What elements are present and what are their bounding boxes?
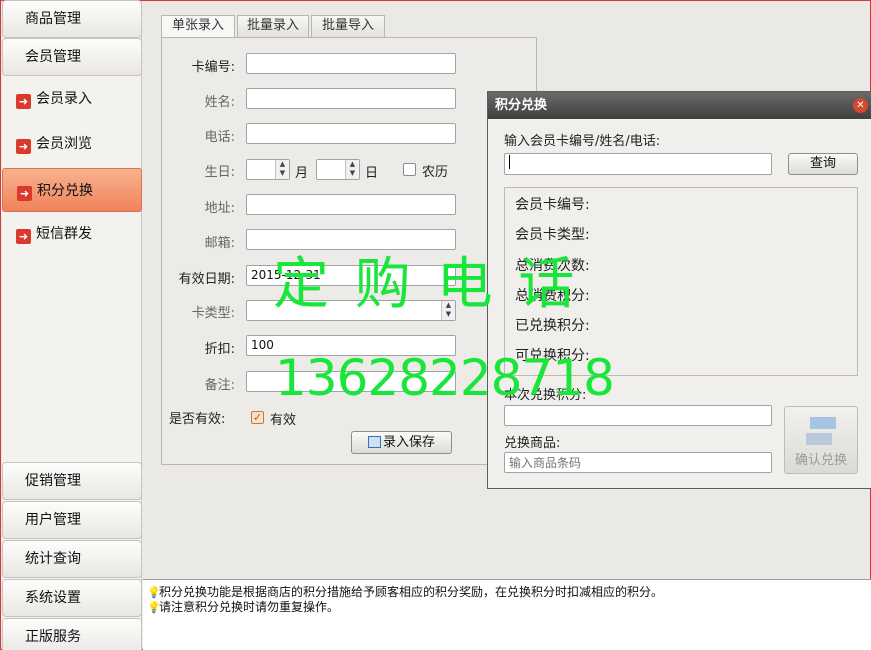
sidebar-group-members[interactable]: 会员管理 [2,38,142,76]
save-icon [367,436,381,448]
sidebar-group-goods[interactable]: 商品管理 [2,0,142,38]
arrow-right-icon: ➜ [16,229,31,244]
month-label: 月 [295,166,309,181]
watermark-title: 定 购 电 话 [273,252,579,317]
email-label: 邮箱: [204,236,235,251]
arrow-right-icon: ➜ [17,186,32,201]
birth-month-stepper[interactable]: ▲ ▼ [246,159,290,180]
text-cursor [509,155,510,169]
redeem-points-input[interactable] [504,405,772,426]
sidebar-item-sms[interactable]: ➜ 短信群发 [2,212,142,256]
status-panel: 💡 积分兑换功能是根据商店的积分措施给予顾客相应的积分奖励，在兑换积分时扣减相应的… [143,579,871,650]
birthday-label: 生日: [204,165,235,180]
exchange-arrows-icon [804,415,838,447]
sidebar-item-label: 短信群发 [36,226,92,242]
discount-value: 100 [251,338,274,352]
tab-batch-import[interactable]: 批量导入 [311,15,385,37]
save-button-label: 录入保存 [382,435,435,450]
confirm-redeem-button[interactable]: 确认兑换 [784,406,858,474]
day-label: 日 [365,166,379,181]
valid-label: 是否有效: [169,412,226,427]
valid-checkbox-label: 有效 [270,413,297,428]
save-button[interactable]: 录入保存 [351,431,452,454]
dialog-title: 积分兑换 [488,92,871,119]
phone-input[interactable] [246,123,456,144]
card-no-label: 卡编号: [191,60,235,75]
sidebar-item-label: 会员浏览 [36,136,92,152]
stepper-arrows-icon[interactable]: ▲ ▼ [345,160,359,179]
sidebar-item-label: 积分兑换 [37,183,93,199]
arrow-right-icon: ➜ [16,139,31,154]
stepper-arrows-icon[interactable]: ▲ ▼ [275,160,289,179]
sidebar: 商品管理 会员管理 ➜ 会员录入 ➜ 会员浏览 ➜ 积分兑换 ➜ 短信群发 促销管理 用… [2,0,142,650]
address-input[interactable] [246,194,456,215]
status-tip-text: 请注意积分兑换时请勿重复操作。 [159,600,340,614]
name-label: 姓名: [204,95,235,110]
sidebar-group-users[interactable]: 用户管理 [2,501,142,539]
note-label: 备注: [204,378,235,393]
product-label: 兑换商品: [504,436,561,451]
watermark-phone: 13628228718 [275,349,615,407]
address-label: 地址: [204,201,235,216]
status-tip-text: 积分兑换功能是根据商店的积分措施给予顾客相应的积分奖励，在兑换积分时扣减相应的积… [159,585,664,599]
discount-label: 折扣: [204,342,235,357]
status-tip: 💡请注意积分兑换时请勿重复操作。 [147,598,339,615]
sidebar-group-license[interactable]: 正版服务 [2,618,142,650]
sidebar-group-settings[interactable]: 系统设置 [2,579,142,617]
name-input[interactable] [246,88,456,109]
app-window: 商品管理 会员管理 ➜ 会员录入 ➜ 会员浏览 ➜ 积分兑换 ➜ 短信群发 促销管理 用… [0,0,871,650]
confirm-redeem-label: 确认兑换 [794,453,847,468]
sidebar-item-member-entry[interactable]: ➜ 会员录入 [2,77,142,121]
expiry-label: 有效日期: [178,272,235,287]
birth-day-stepper[interactable]: ▲ ▼ [316,159,360,180]
arrow-right-icon: ➜ [16,94,31,109]
lunar-checkbox[interactable] [403,163,416,176]
search-prompt: 输入会员卡编号/姓名/电话: [504,134,661,149]
product-barcode-input[interactable] [504,452,772,473]
sidebar-group-promotion[interactable]: 促销管理 [2,462,142,500]
sidebar-item-points-redeem[interactable]: ➜ 积分兑换 [2,168,142,212]
info-card-no: 会员卡编号: [515,197,590,213]
valid-checkbox[interactable]: ✓ [251,411,264,424]
lightbulb-icon: 💡 [147,601,161,614]
sidebar-group-stats[interactable]: 统计查询 [2,540,142,578]
lunar-label: 农历 [422,165,449,180]
close-icon[interactable]: ✕ [853,98,868,113]
tab-batch-entry[interactable]: 批量录入 [237,15,309,37]
sidebar-item-member-browse[interactable]: ➜ 会员浏览 [2,122,142,166]
query-button[interactable]: 查询 [788,153,858,175]
sidebar-item-label: 会员录入 [36,91,92,107]
tab-single-entry[interactable]: 单张录入 [161,15,235,38]
card-type-label: 卡类型: [191,306,235,321]
member-search-input[interactable] [504,153,772,175]
phone-label: 电话: [204,130,235,145]
card-no-input[interactable] [246,53,456,74]
